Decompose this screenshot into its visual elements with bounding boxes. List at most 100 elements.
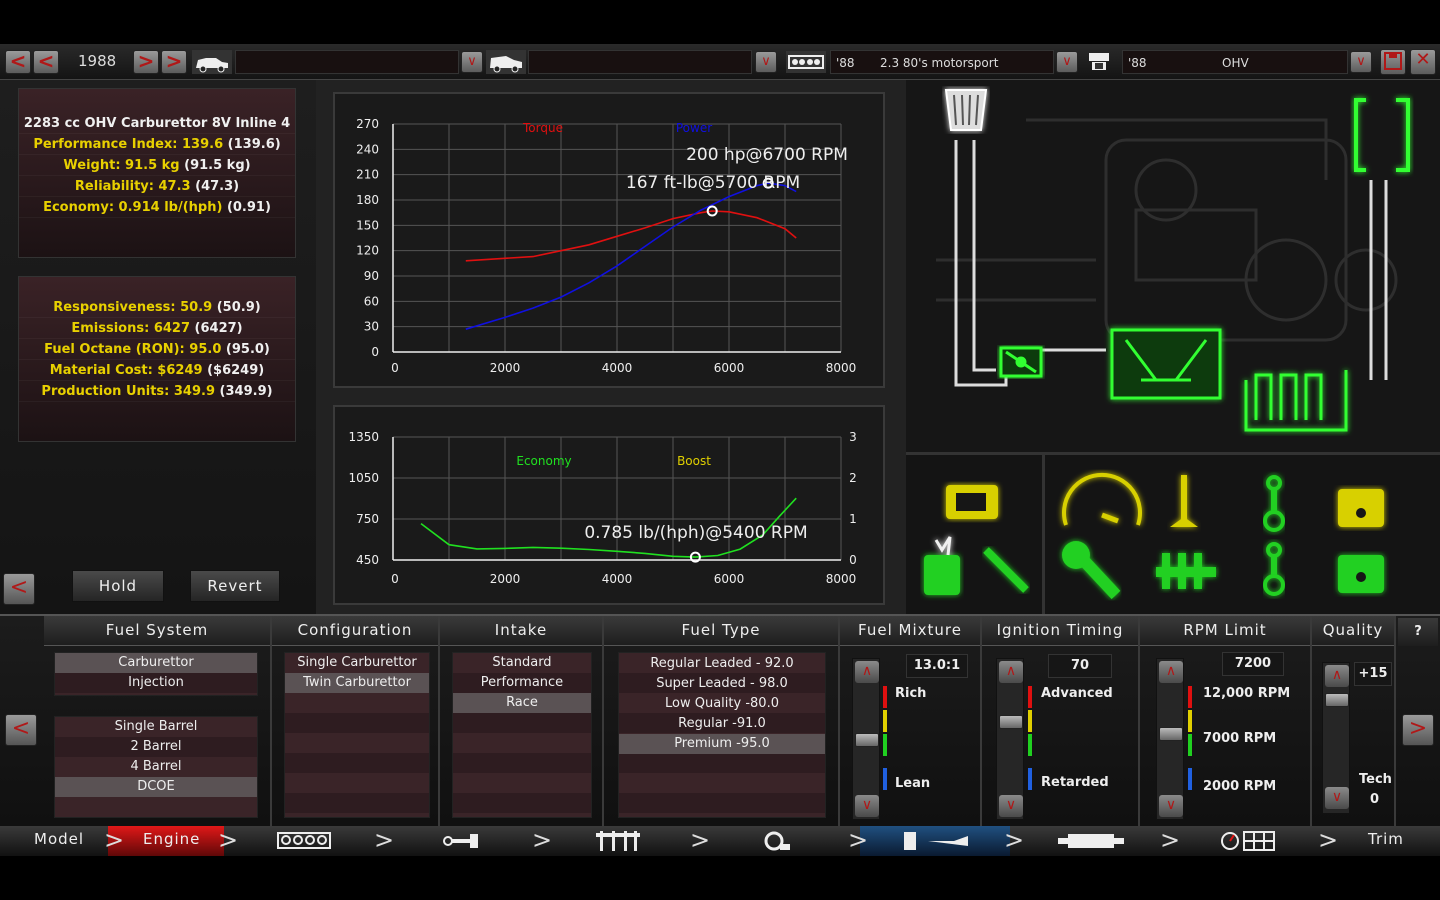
year-first-button[interactable]: < (5, 50, 31, 74)
x-tick-label: 8000 (826, 572, 857, 586)
y-tick-label: 240 (356, 142, 379, 156)
tab-turbo-icon[interactable] (760, 830, 792, 852)
scale-blue (1188, 768, 1192, 790)
list-item[interactable]: Low Quality -80.0 (619, 694, 825, 714)
gauge-icon[interactable] (1062, 472, 1142, 526)
ignition-up-button[interactable]: ∧ (999, 661, 1023, 683)
y-tick-label: 60 (364, 294, 379, 308)
fuel-mixture-value: 13.0:1 (906, 654, 968, 678)
next-page-button[interactable]: > (1402, 714, 1434, 746)
y-tick-label: 750 (356, 512, 379, 526)
fuel-mixture-slider[interactable]: ∧ ∨ (852, 658, 880, 820)
quality-slider[interactable]: ∧ ∨ (1322, 662, 1350, 814)
stats-box-primary: 2283 cc OHV Carburettor 8V Inline 4 Perf… (18, 88, 296, 258)
exhaust-manifold-icon (1244, 370, 1348, 432)
piston-top-icon[interactable] (1338, 489, 1384, 527)
chevron-right-icon: > (1160, 826, 1181, 854)
revert-button[interactable]: Revert (190, 570, 280, 602)
ignition-timing-header: Ignition Timing (982, 616, 1138, 646)
scale-green (883, 734, 887, 756)
piston-bottom-icon[interactable] (1338, 555, 1384, 593)
list-item[interactable]: 4 Barrel (55, 757, 257, 777)
rpm-down-button[interactable]: ∨ (1159, 795, 1183, 817)
peak-annotation: 0.785 lb/(hph)@5400 RPM (584, 523, 807, 543)
rpm-limit-slider[interactable]: ∧ ∨ (1156, 658, 1184, 820)
tab-fuel-icon[interactable] (902, 830, 972, 852)
body-dropdown-arrow[interactable]: ∨ (461, 51, 483, 73)
list-item[interactable]: Regular -91.0 (619, 714, 825, 734)
quality-thumb[interactable] (1325, 693, 1349, 707)
prev-page-button[interactable]: < (5, 714, 37, 746)
list-item[interactable]: Carburettor (55, 653, 257, 673)
y-tick-label: 210 (356, 168, 379, 182)
list-item[interactable]: Race (453, 693, 591, 713)
tab-model[interactable]: Model (34, 830, 84, 848)
spark-plug-icon[interactable] (983, 547, 1029, 593)
torque-power-chart: 0 2000 4000 6000 8000 0 30 60 90 120 150 180 210 240 2… (356, 117, 856, 375)
list-item[interactable]: Single Carburettor (285, 653, 429, 673)
list-item[interactable]: Performance (453, 673, 591, 693)
fuel-mixture-thumb[interactable] (855, 733, 879, 747)
cylinder-head-icon (1089, 53, 1109, 70)
close-icon: ✕ (1415, 49, 1431, 70)
collapse-left-button[interactable]: < (3, 573, 35, 605)
ignition-timing-slider[interactable]: ∧ ∨ (996, 658, 1024, 820)
block-dropdown-arrow[interactable]: ∨ (1056, 51, 1078, 73)
tab-exhaust-icon[interactable] (1056, 832, 1126, 850)
list-item[interactable]: Premium -95.0 (619, 734, 825, 754)
tuning-wrench-icon[interactable] (1062, 541, 1121, 600)
quality-up-button[interactable]: ∧ (1325, 665, 1349, 687)
economy-boost-chart: 0 2000 4000 6000 8000 450 750 1050 1350 0 1 2 3 Econo… (348, 430, 857, 586)
body-dropdown[interactable] (235, 50, 459, 74)
variant-dropdown-arrow[interactable]: ∨ (755, 51, 777, 73)
list-item[interactable]: DCOE (55, 777, 257, 797)
rpm-min-label: 2000 RPM (1203, 779, 1277, 794)
fuel-mixture-down-button[interactable]: ∨ (855, 795, 879, 817)
year-next-button[interactable]: > (133, 50, 159, 74)
y-tick-label: 0 (371, 345, 379, 359)
fuel-type-column: Fuel Type Regular Leaded - 92.0 Super Le… (604, 616, 840, 826)
list-item[interactable]: Injection (55, 673, 257, 693)
ignition-thumb[interactable] (999, 715, 1023, 729)
list-item[interactable]: Super Leaded - 98.0 (619, 674, 825, 694)
ignition-timing-value: 70 (1048, 654, 1112, 678)
tab-trim[interactable]: Trim (1368, 830, 1404, 848)
rpm-thumb[interactable] (1159, 727, 1183, 741)
tab-testing-icon[interactable] (1220, 830, 1276, 852)
tab-engine[interactable]: Engine (143, 830, 200, 848)
conrod-top-icon[interactable] (1263, 475, 1285, 532)
conrod-bottom-icon[interactable] (1263, 542, 1285, 596)
quality-down-button[interactable]: ∨ (1325, 787, 1349, 809)
ignition-down-button[interactable]: ∨ (999, 795, 1023, 817)
valve-icon[interactable] (1170, 475, 1198, 527)
x-tick-label: 4000 (602, 572, 633, 586)
save-button[interactable] (1380, 49, 1406, 75)
year-last-button[interactable]: > (161, 50, 187, 74)
stat-weight: Weight: 91.5 kg (91.5 kg) (19, 155, 295, 176)
tab-valvetrain-icon[interactable] (594, 829, 642, 853)
year-prev-button[interactable]: < (33, 50, 59, 74)
bottom-nav: Model > Engine > > > > > > > > Trim (0, 826, 1440, 856)
list-item[interactable]: Single Barrel (55, 717, 257, 737)
rpm-up-button[interactable]: ∧ (1159, 661, 1183, 683)
list-item[interactable]: 2 Barrel (55, 737, 257, 757)
close-button[interactable]: ✕ (1410, 49, 1436, 75)
fuel-system-header: Fuel System (44, 616, 270, 646)
variant-dropdown[interactable] (528, 50, 752, 74)
intake-column: Intake Standard Performance Race (440, 616, 604, 826)
engine-damage-icon[interactable] (924, 536, 960, 595)
hold-button[interactable]: Hold (72, 570, 164, 602)
head-dropdown-arrow[interactable]: ∨ (1350, 51, 1372, 73)
check-engine-icon[interactable] (946, 485, 998, 519)
list-item[interactable]: Twin Carburettor (285, 673, 429, 693)
help-button[interactable]: ? (1398, 618, 1438, 646)
fuel-mixture-up-button[interactable]: ∧ (855, 661, 879, 683)
y-tick-label: 30 (364, 320, 379, 334)
stat-fuel-octane: Fuel Octane (RON): 95.0 (95.0) (19, 339, 295, 360)
list-item[interactable]: Standard (453, 653, 591, 673)
configuration-header: Configuration (272, 616, 438, 646)
list-item[interactable]: Regular Leaded - 92.0 (619, 654, 825, 674)
tab-crank-icon[interactable] (442, 832, 480, 850)
tab-block-icon[interactable] (276, 830, 332, 852)
camshaft-icon[interactable] (1156, 553, 1216, 589)
